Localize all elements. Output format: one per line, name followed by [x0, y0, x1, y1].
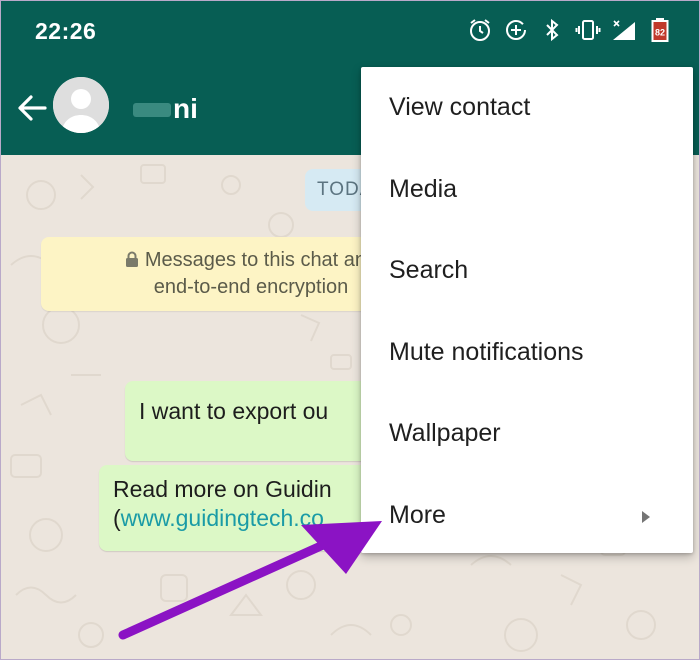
menu-item-mute-notifications[interactable]: Mute notifications: [361, 312, 693, 394]
bluetooth-icon: [546, 18, 559, 42]
submenu-arrow-icon: [642, 510, 650, 523]
menu-item-label: Wallpaper: [389, 419, 501, 447]
redacted-name-blur: [133, 103, 171, 117]
lock-icon: [125, 251, 138, 267]
status-bar: 22:26 82: [1, 1, 699, 63]
vibrate-icon: [575, 20, 601, 40]
encryption-text-line1: Messages to this chat and: [144, 249, 378, 271]
message-link[interactable]: www.guidingtech.co: [121, 505, 324, 531]
menu-item-label: Mute notifications: [389, 337, 584, 366]
menu-item-media[interactable]: Media: [361, 149, 693, 231]
data-saver-icon: [506, 20, 526, 40]
menu-item-label: View contact: [389, 93, 531, 121]
contact-name[interactable]: ni: [173, 93, 198, 125]
overflow-menu: View contact Media Search Mute notificat…: [361, 67, 693, 553]
alarm-icon: [470, 19, 490, 41]
menu-item-label: Search: [389, 256, 469, 284]
menu-item-wallpaper[interactable]: Wallpaper: [361, 393, 693, 475]
menu-item-search[interactable]: Search: [361, 230, 693, 312]
battery-icon: 82: [651, 18, 669, 42]
menu-item-label: More: [389, 500, 446, 529]
battery-level: 82: [655, 28, 665, 38]
message-prefix: (: [113, 505, 121, 531]
status-time: 22:26: [35, 18, 97, 44]
signal-icon: [613, 20, 635, 40]
avatar[interactable]: [53, 77, 109, 133]
menu-item-more[interactable]: More: [361, 475, 693, 557]
back-arrow-icon[interactable]: [15, 91, 49, 125]
screenshot-frame: 22:26 82 ni TODA Messages to this chat a…: [0, 0, 700, 660]
menu-item-view-contact[interactable]: View contact: [361, 67, 693, 149]
default-avatar-icon: [53, 77, 109, 133]
status-icons: 82: [467, 17, 673, 43]
menu-item-label: Media: [389, 174, 458, 203]
